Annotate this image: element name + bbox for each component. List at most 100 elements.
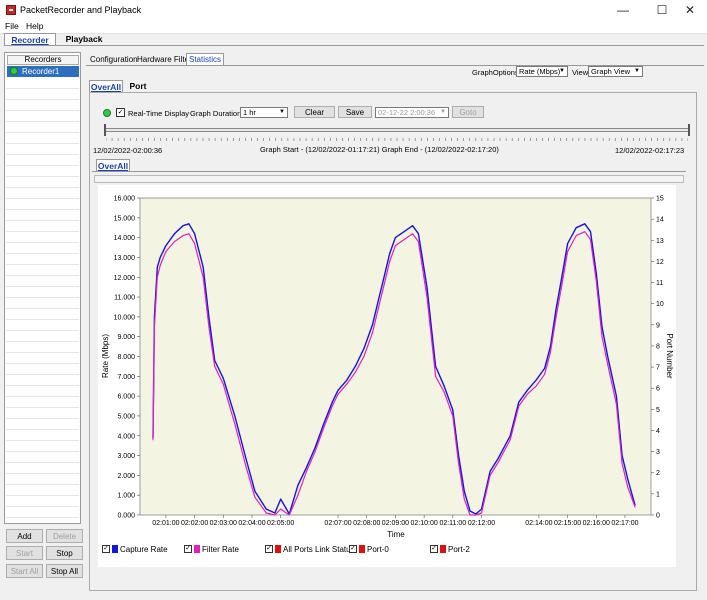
clear-button[interactable]: Clear	[294, 106, 335, 118]
tab-playback[interactable]: Playback	[60, 33, 108, 45]
list-row	[6, 166, 79, 177]
timeline-start-time: 12/02/2022-02:00:36	[93, 146, 163, 155]
data-point	[526, 393, 528, 395]
minimize-button[interactable]: —	[606, 0, 640, 20]
start-button[interactable]: Start	[6, 546, 43, 560]
data-point	[234, 423, 236, 425]
recorder-item[interactable]: Recorder1	[7, 66, 79, 77]
y2-tick-label: 13	[656, 238, 664, 245]
data-point	[435, 365, 437, 367]
list-row	[6, 89, 79, 100]
y2-tick-label: 0	[656, 513, 660, 520]
goto-button[interactable]: Goto	[452, 106, 484, 118]
y-tick-label: 1.000	[117, 493, 135, 500]
legend-checkbox-filter-rate[interactable]: ✓	[184, 545, 192, 553]
data-point	[458, 463, 460, 464]
recorders-list[interactable]: Recorders Recorder1	[4, 52, 81, 524]
data-point	[254, 496, 256, 498]
data-point	[443, 385, 445, 387]
status-dot-icon	[103, 109, 111, 117]
data-point	[417, 241, 419, 243]
data-point	[489, 474, 491, 476]
tab-port[interactable]: Port	[127, 80, 149, 92]
data-point	[567, 243, 569, 245]
legend-checkbox-port-2[interactable]: ✓	[430, 545, 438, 553]
data-point	[194, 233, 196, 235]
view-select[interactable]: Graph View ▼	[588, 66, 643, 77]
y-tick-label: 16.000	[114, 196, 136, 203]
data-point	[314, 451, 316, 453]
close-button[interactable]: ✕	[673, 0, 707, 20]
x-tick-label: 02:01:00	[152, 520, 179, 527]
legend-swatch-all-ports-link-status	[275, 545, 281, 553]
legend-checkbox-all-ports-link-status[interactable]: ✓	[265, 545, 273, 553]
save-button[interactable]: Save	[338, 106, 372, 118]
list-row	[6, 397, 79, 408]
data-point	[607, 363, 609, 365]
tab-overall-inner[interactable]: OverAll	[96, 159, 130, 171]
legend-checkbox-capture-rate[interactable]: ✓	[102, 545, 110, 553]
list-row	[6, 133, 79, 144]
datetime-picker[interactable]: 02-12-22 2:00:36 ▼	[375, 107, 449, 118]
menu-help[interactable]: Help	[26, 21, 43, 31]
view-label: View	[572, 68, 589, 77]
timeline-handle-left[interactable]	[104, 124, 106, 136]
x-tick-label: 02:05:00	[267, 520, 294, 527]
legend-label-capture-rate: Capture Rate	[120, 545, 168, 554]
graph-options-select[interactable]: Rate (Mbps) ▼	[516, 66, 568, 77]
data-point	[412, 233, 414, 235]
tab-configuration[interactable]: Configuration	[88, 53, 140, 65]
title-bar: PacketRecorder and Playback — ☐ ✕	[0, 0, 707, 20]
add-button[interactable]: Add	[6, 529, 43, 543]
data-point	[297, 494, 299, 496]
tab-hardware-filter[interactable]: Hardware Filter	[135, 53, 194, 65]
data-point	[498, 461, 500, 462]
start-all-button[interactable]: Start All	[6, 564, 43, 578]
data-point	[222, 383, 224, 385]
data-point	[549, 352, 551, 353]
duration-select[interactable]: 1 hr ▼	[240, 107, 288, 118]
data-point	[363, 348, 365, 350]
data-point	[535, 379, 537, 381]
list-row	[6, 254, 79, 265]
data-point	[595, 280, 597, 282]
chevron-down-icon: ▼	[440, 109, 446, 115]
tab-recorder[interactable]: Recorder	[4, 33, 56, 45]
data-point	[274, 512, 276, 514]
data-point	[394, 237, 396, 239]
y2-axis-label: Port Number	[665, 333, 674, 379]
list-row	[6, 419, 79, 430]
data-point	[265, 512, 267, 514]
legend-label-port-0: Port-0	[367, 545, 389, 554]
realtime-checkbox[interactable]: ✓	[116, 108, 125, 117]
data-point	[412, 225, 414, 227]
duration-value: 1 hr	[243, 108, 256, 117]
legend-label-port-2: Port-2	[448, 545, 470, 554]
data-point	[314, 447, 316, 449]
timeline-track[interactable]	[104, 128, 690, 132]
data-point	[601, 326, 603, 328]
tab-statistics[interactable]: Statistics	[186, 53, 225, 65]
legend-swatch-port-2	[440, 545, 446, 553]
timeline-handle-right[interactable]	[688, 124, 690, 136]
y-tick-label: 15.000	[114, 215, 136, 222]
data-point	[165, 245, 167, 247]
delete-button[interactable]: Delete	[46, 529, 83, 543]
x-tick-label: 02:14:00	[525, 520, 552, 527]
stop-all-button[interactable]: Stop All	[46, 564, 83, 578]
data-point	[337, 393, 339, 395]
graph-scroll-bar[interactable]	[94, 175, 684, 183]
y-tick-label: 3.000	[117, 453, 135, 460]
data-point	[297, 484, 299, 486]
data-point	[417, 233, 419, 235]
duration-label: Graph Duration	[190, 109, 242, 118]
data-point	[498, 457, 500, 458]
legend-checkbox-port-0[interactable]: ✓	[349, 545, 357, 553]
data-point	[452, 409, 454, 411]
list-row	[6, 452, 79, 463]
x-tick-label: 02:09:00	[382, 520, 409, 527]
menu-file[interactable]: File	[5, 21, 19, 31]
tab-overall[interactable]: OverAll	[89, 80, 123, 92]
stop-button[interactable]: Stop	[46, 546, 83, 560]
data-point	[222, 377, 224, 379]
